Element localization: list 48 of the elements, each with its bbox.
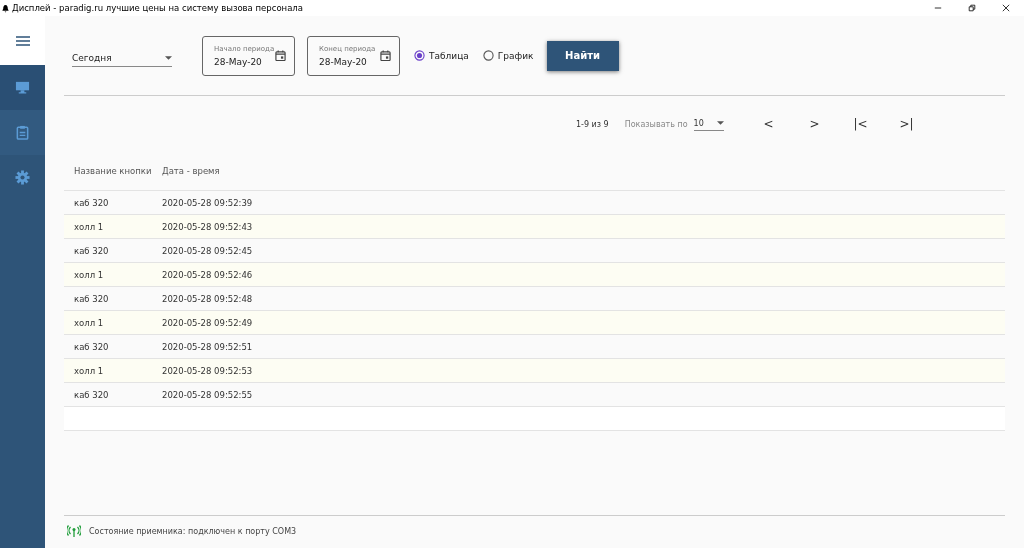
table-cell: 2020-05-28 09:52:48 — [162, 293, 253, 304]
table-cell-text: холл 1 — [74, 221, 105, 232]
table-cell-text: холл 1 — [74, 365, 105, 376]
table-cell: 2020-05-28 09:52:49 — [162, 317, 253, 328]
window-title: Дисплей - paradig.ru лучшие цены на систему вызова персонала — [12, 3, 303, 13]
radio-button[interactable] — [482, 50, 494, 61]
period-select[interactable]: Сегодня — [72, 50, 172, 67]
gear-icon[interactable] — [15, 170, 30, 185]
table-cell: 2020-05-28 09:52:43 — [162, 221, 253, 232]
radio-label: Таблица — [429, 50, 469, 61]
table-cell-text: холл 1 — [74, 317, 105, 328]
minimize-icon[interactable] — [934, 4, 942, 12]
table-cell-text: каб 320 — [74, 293, 110, 304]
page-range: 1-9 из 9 — [576, 119, 609, 129]
antenna-icon — [67, 525, 81, 537]
monitor-icon[interactable] — [15, 80, 30, 95]
table-cell: 2020-05-28 09:52:39 — [162, 197, 253, 208]
page-nav-button[interactable]: < — [745, 117, 792, 131]
calendar-icon[interactable] — [380, 50, 391, 61]
table-cell: 2020-05-28 09:52:53 — [162, 365, 253, 376]
status-text: Состояние приемника: подключен к порту COM3 — [89, 526, 297, 536]
table-cell: 2020-05-28 09:52:55 — [162, 389, 253, 400]
table-cell-text: каб 320 — [74, 197, 110, 208]
search-button[interactable]: Найти — [546, 40, 619, 71]
table-cell-text: каб 320 — [74, 245, 110, 256]
calendar-icon[interactable] — [275, 50, 286, 61]
column-header: Название кнопки — [74, 166, 153, 176]
clipboard-icon[interactable] — [15, 125, 30, 140]
table-cell-text: холл 1 — [74, 269, 105, 280]
table-cell-text: каб 320 — [74, 389, 110, 400]
page-nav-button[interactable]: >| — [883, 117, 930, 131]
table-cell-text: каб 320 — [74, 341, 110, 352]
radio-label: График — [497, 50, 534, 61]
column-header: Дата - время — [162, 166, 220, 176]
caret-icon — [165, 56, 172, 60]
per-page-label: Показывать по — [624, 119, 688, 129]
table-cell: 2020-05-28 09:52:51 — [162, 341, 253, 352]
menu-icon[interactable] — [15, 35, 30, 46]
restore-icon[interactable] — [968, 4, 976, 12]
close-icon[interactable] — [1002, 4, 1010, 12]
bell-icon — [1, 3, 10, 13]
page-nav-button[interactable]: > — [791, 117, 838, 131]
table-cell: 2020-05-28 09:52:45 — [162, 245, 253, 256]
per-page-select[interactable]: 10 — [693, 117, 724, 131]
table-cell: 2020-05-28 09:52:46 — [162, 269, 253, 280]
caret-icon — [716, 121, 724, 125]
radio-button[interactable] — [414, 50, 425, 61]
page-nav-button[interactable]: |< — [837, 117, 884, 131]
